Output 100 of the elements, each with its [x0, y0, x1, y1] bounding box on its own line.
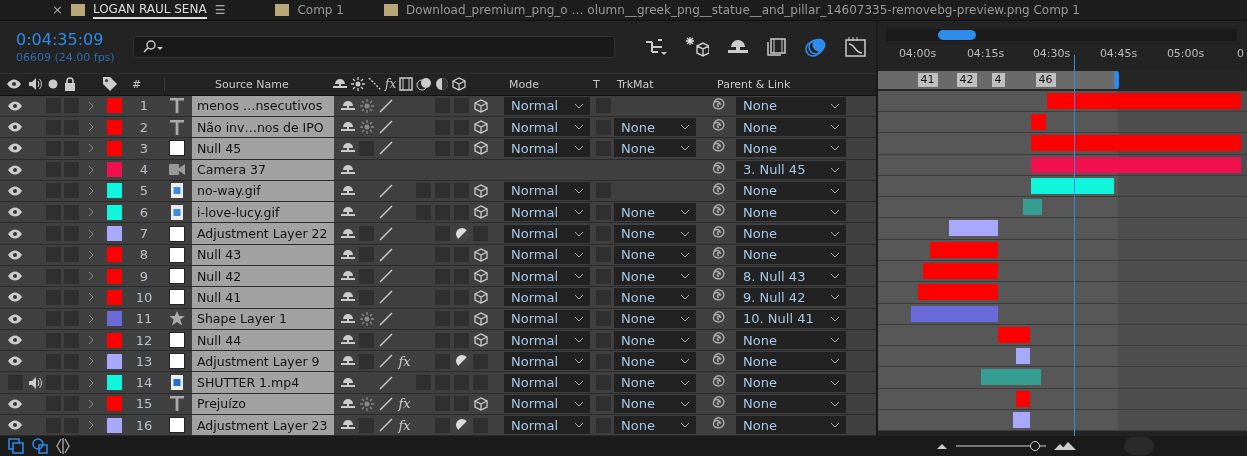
- eye-icon[interactable]: [7, 122, 23, 133]
- layer-name[interactable]: SHUTTER 1.mp4: [192, 372, 334, 393]
- track-matte-dropdown[interactable]: None: [614, 394, 696, 413]
- mode-dropdown[interactable]: Normal: [504, 245, 590, 264]
- close-tab-button[interactable]: ×: [52, 2, 63, 18]
- effects-switch[interactable]: fx: [398, 417, 411, 433]
- shy-icon[interactable]: [339, 206, 356, 219]
- label-tag-icon[interactable]: [102, 76, 118, 93]
- label-color[interactable]: [106, 140, 122, 156]
- mode-dropdown[interactable]: Normal: [504, 288, 590, 307]
- composition-tab[interactable]: Comp 1: [297, 1, 344, 18]
- shy-icon[interactable]: [339, 291, 356, 304]
- adjustment-icon[interactable]: [454, 226, 469, 241]
- layer-name[interactable]: Adjustment Layer 9: [192, 351, 334, 372]
- layer-duration-bar[interactable]: [980, 369, 1041, 386]
- motion-blur-icon[interactable]: [805, 36, 827, 57]
- layer-name[interactable]: Null 44: [192, 329, 334, 351]
- parent-dropdown[interactable]: None: [736, 373, 846, 392]
- layer-duration-bar[interactable]: [948, 220, 998, 237]
- cube-icon[interactable]: [473, 290, 488, 305]
- quality-slash-icon[interactable]: [378, 418, 393, 433]
- search-field[interactable]: [133, 35, 615, 58]
- time-navigator[interactable]: [885, 28, 1237, 41]
- shy-icon[interactable]: [339, 142, 356, 155]
- parent-dropdown[interactable]: None: [736, 203, 846, 222]
- column-header[interactable]: Mode: [497, 77, 593, 91]
- layer-duration-bar[interactable]: [1030, 135, 1241, 152]
- quality-slash-icon[interactable]: [378, 311, 393, 326]
- composition-tab[interactable]: LOGAN RAUL SENA: [92, 0, 207, 19]
- parent-dropdown[interactable]: 10. Null 41: [736, 309, 846, 328]
- label-color[interactable]: [106, 98, 122, 114]
- shy-icon[interactable]: [339, 376, 356, 389]
- mode-dropdown[interactable]: Normal: [504, 352, 590, 371]
- layer-duration-bar[interactable]: [1022, 199, 1042, 216]
- column-header[interactable]: #: [124, 77, 164, 91]
- shy-icon[interactable]: [339, 121, 356, 134]
- label-color[interactable]: [106, 247, 122, 263]
- eye-icon[interactable]: [7, 164, 23, 175]
- parent-dropdown[interactable]: None: [736, 394, 846, 413]
- adjustment-icon[interactable]: [454, 354, 469, 369]
- eye-icon[interactable]: [7, 313, 23, 324]
- quality-slash-icon[interactable]: [378, 269, 393, 284]
- eye-icon[interactable]: [7, 249, 23, 260]
- mode-dropdown[interactable]: Normal: [504, 331, 590, 350]
- eye-icon[interactable]: [7, 356, 23, 367]
- film-icon[interactable]: [767, 37, 787, 56]
- label-color[interactable]: [106, 119, 122, 135]
- cube-icon[interactable]: [473, 269, 488, 284]
- parent-dropdown[interactable]: None: [736, 416, 846, 435]
- mode-dropdown[interactable]: Normal: [504, 203, 590, 222]
- panel-menu-button[interactable]: ☰: [214, 2, 226, 17]
- track-matte-dropdown[interactable]: None: [614, 203, 696, 222]
- mode-dropdown[interactable]: Normal: [504, 394, 590, 413]
- track-matte-dropdown[interactable]: None: [614, 352, 696, 371]
- layer-name[interactable]: Null 45: [192, 138, 334, 159]
- solo-icon[interactable]: [48, 79, 58, 90]
- track-matte-dropdown[interactable]: None: [614, 373, 696, 392]
- eye-icon[interactable]: [7, 420, 23, 431]
- layers-icon[interactable]: [8, 438, 24, 455]
- layer-duration-bar[interactable]: [1030, 177, 1114, 194]
- layer-name[interactable]: menos …nsecutivos: [192, 95, 334, 116]
- parent-dropdown[interactable]: 9. Null 42: [736, 288, 846, 307]
- shy-icon[interactable]: [339, 184, 356, 197]
- sun-icon[interactable]: [359, 396, 374, 411]
- shy-icon[interactable]: [339, 163, 356, 176]
- track-matte-dropdown[interactable]: None: [614, 288, 696, 307]
- label-color[interactable]: [106, 375, 122, 391]
- mode-dropdown[interactable]: Normal: [504, 224, 590, 243]
- eye-icon[interactable]: [7, 335, 23, 346]
- mode-dropdown[interactable]: Normal: [504, 96, 590, 115]
- track-matte-dropdown[interactable]: None: [614, 309, 696, 328]
- sun-icon[interactable]: [359, 120, 374, 135]
- cube-icon[interactable]: [473, 205, 488, 220]
- shy-icon[interactable]: [339, 355, 356, 368]
- label-color[interactable]: [106, 226, 122, 242]
- label-color[interactable]: [106, 353, 122, 369]
- current-time[interactable]: 0:04:35:09: [16, 29, 128, 49]
- cube-icon[interactable]: [473, 141, 488, 156]
- layer-name[interactable]: Prejuízo: [192, 393, 334, 415]
- cube-icon[interactable]: [473, 247, 488, 262]
- zoom-in-icon[interactable]: [1054, 441, 1076, 452]
- quality-slash-icon[interactable]: [378, 98, 393, 113]
- navigator-handle[interactable]: [937, 29, 976, 40]
- quality-slash-icon[interactable]: [378, 183, 393, 198]
- layer-duration-bar[interactable]: [1015, 348, 1030, 365]
- track-matte-dropdown[interactable]: None: [614, 118, 696, 137]
- shy-icon[interactable]: [339, 99, 356, 112]
- parent-dropdown[interactable]: 3. Null 45: [736, 160, 846, 179]
- track-matte-dropdown[interactable]: None: [614, 245, 696, 264]
- cube-icon[interactable]: [473, 396, 488, 411]
- lock-icon[interactable]: [64, 77, 76, 92]
- track-matte-dropdown[interactable]: None: [614, 267, 696, 286]
- label-color[interactable]: [106, 417, 122, 433]
- layer-name[interactable]: Null 43: [192, 244, 334, 265]
- adjustment-icon[interactable]: [454, 418, 469, 433]
- mode-dropdown[interactable]: Normal: [504, 267, 590, 286]
- parent-dropdown[interactable]: None: [736, 181, 846, 200]
- layer-name[interactable]: Adjustment Layer 23: [192, 415, 334, 436]
- effects-switch[interactable]: fx: [398, 353, 411, 369]
- overlap-circles-icon[interactable]: [32, 438, 48, 455]
